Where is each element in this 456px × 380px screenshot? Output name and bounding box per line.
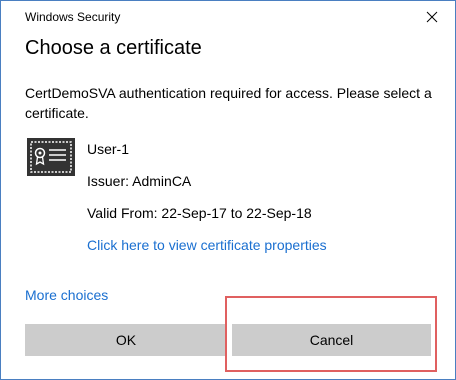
- ok-button[interactable]: OK: [25, 324, 227, 356]
- close-icon: [426, 11, 438, 23]
- title-bar: Windows Security: [1, 1, 455, 33]
- close-button[interactable]: [409, 1, 455, 33]
- certificate-name: User-1: [87, 141, 130, 157]
- window-title: Windows Security: [25, 10, 121, 24]
- dialog-message: CertDemoSVA authentication required for …: [25, 85, 432, 121]
- view-certificate-properties-link[interactable]: Click here to view certificate propertie…: [87, 237, 327, 253]
- certificate-validity: Valid From: 22-Sep-17 to 22-Sep-18: [87, 205, 312, 221]
- more-choices-link[interactable]: More choices: [25, 287, 108, 303]
- certificate-issuer: Issuer: AdminCA: [87, 173, 192, 189]
- cancel-button[interactable]: Cancel: [232, 324, 431, 356]
- dialog-heading: Choose a certificate: [25, 37, 202, 59]
- certificate-icon: [27, 138, 75, 176]
- windows-security-dialog: Windows Security Choose a certificate Ce…: [0, 0, 456, 380]
